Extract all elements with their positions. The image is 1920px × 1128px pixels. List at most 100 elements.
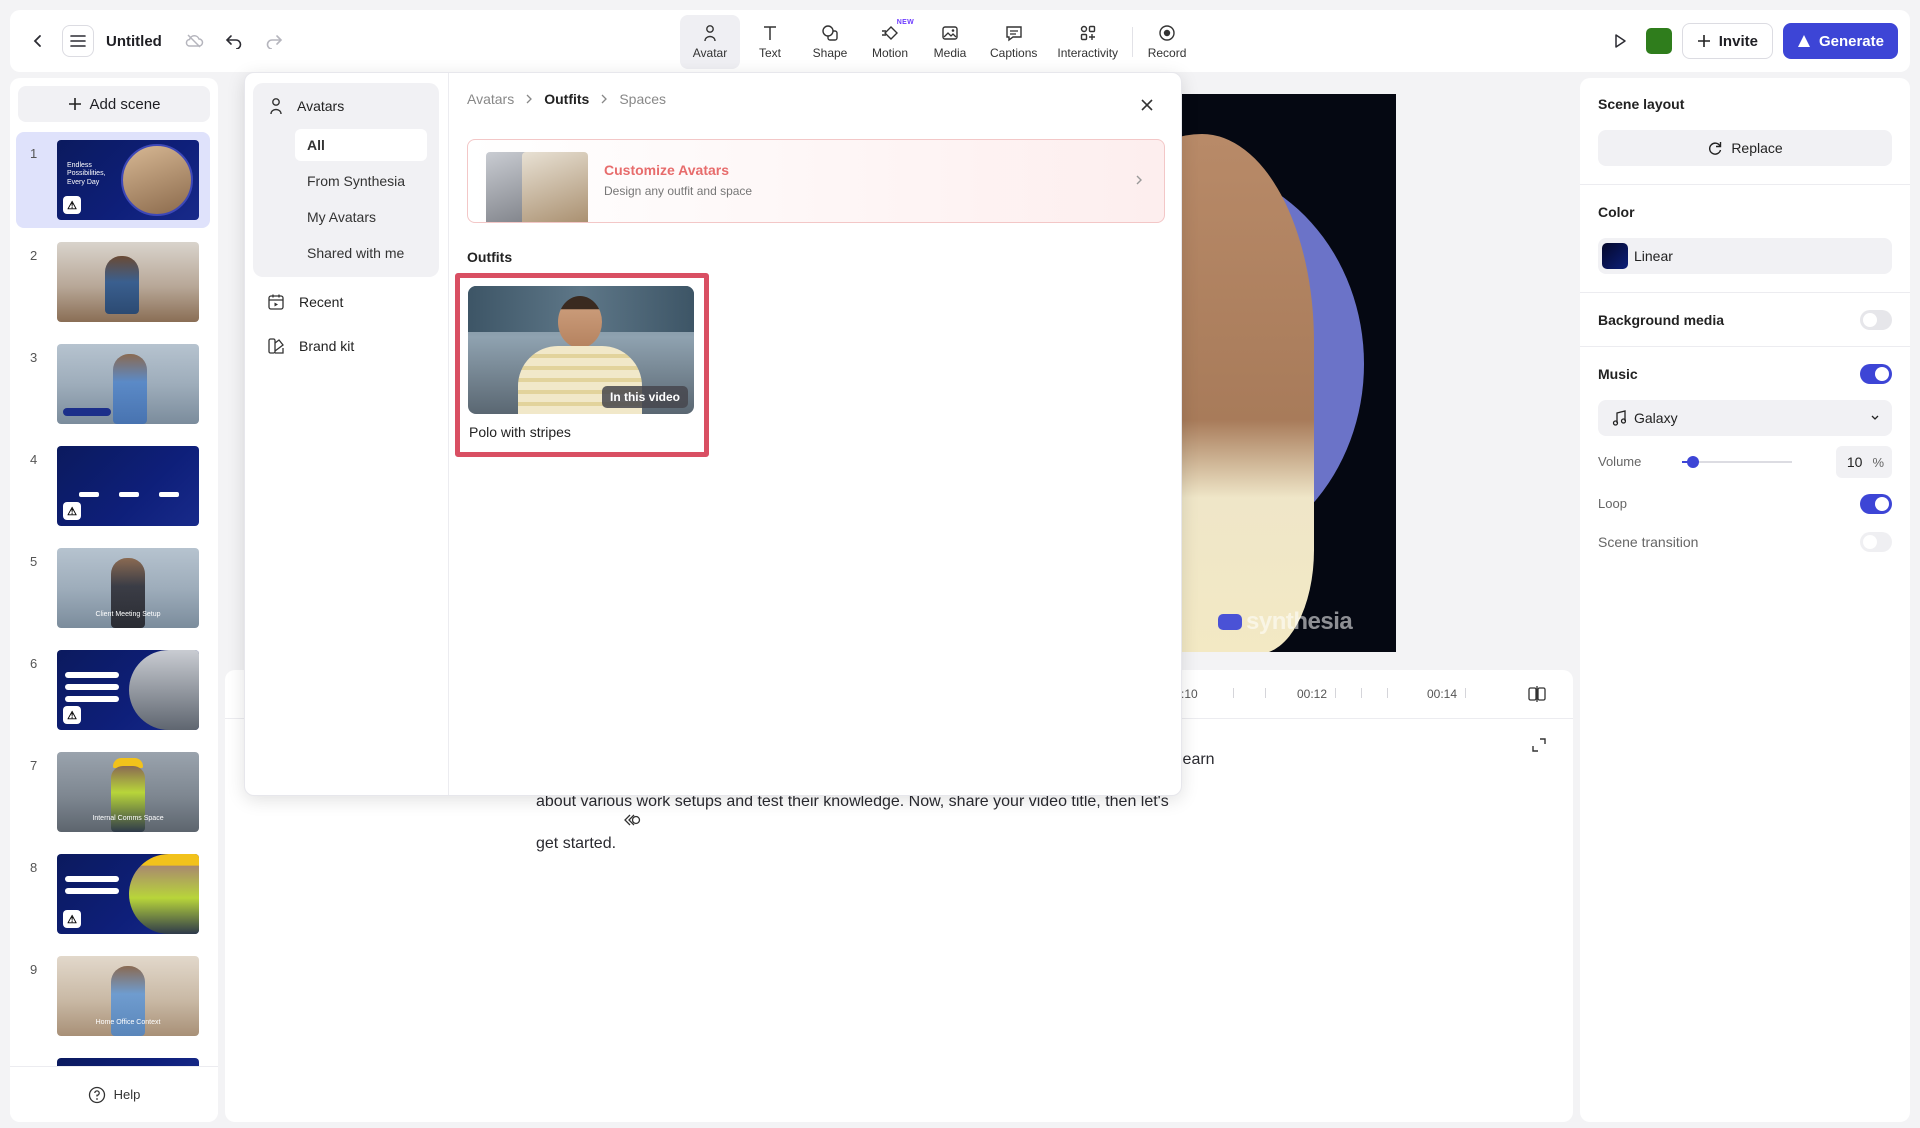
presenter-figure [105, 256, 139, 314]
tool-motion[interactable]: NEW Motion [860, 15, 920, 69]
invite-button[interactable]: Invite [1681, 23, 1773, 59]
nav-brand-kit[interactable]: Brand kit [267, 337, 354, 355]
tool-interactivity[interactable]: Interactivity [1047, 15, 1128, 69]
avatar-icon [270, 98, 282, 115]
replace-icon [1709, 142, 1722, 155]
volume-slider-thumb[interactable] [1687, 456, 1699, 468]
timeline-layout-button[interactable] [1521, 678, 1553, 710]
back-button[interactable] [22, 25, 54, 57]
customize-avatars-banner[interactable]: Customize Avatars Design any outfit and … [467, 139, 1165, 223]
nav-avatars[interactable]: Avatars [267, 97, 344, 115]
loop-toggle[interactable] [1860, 494, 1892, 514]
toolbar-right-group: Invite Generate [1604, 22, 1898, 60]
tool-media-label: Media [933, 46, 967, 60]
tool-text-label: Text [758, 46, 781, 60]
help-button[interactable]: Help [10, 1066, 218, 1122]
nav-sub-shared-with-me[interactable]: Shared with me [295, 237, 427, 269]
toolbar-divider [1132, 27, 1134, 57]
color-value: Linear [1634, 248, 1673, 264]
breadcrumb-spaces[interactable]: Spaces [619, 91, 666, 107]
tool-avatar-label: Avatar [692, 46, 728, 60]
close-panel-button[interactable] [1131, 89, 1163, 121]
pause-marker-icon[interactable] [623, 813, 641, 832]
chevron-down-icon [1871, 415, 1879, 420]
timeline-tick [1465, 688, 1466, 698]
scene-thumbnail: ⚠ [57, 650, 199, 730]
breadcrumb-outfits[interactable]: Outfits [544, 91, 589, 107]
chevron-left-icon [33, 35, 41, 47]
scene-item-9[interactable]: 9 Home Office Context [16, 948, 210, 1044]
properties-panel: Scene layout Replace Color Linear Backgr… [1580, 78, 1910, 1122]
timeline-tick [1265, 688, 1266, 698]
tool-shape[interactable]: Shape [800, 15, 860, 69]
replace-layout-button[interactable]: Replace [1598, 130, 1892, 166]
interactivity-icon [1080, 25, 1095, 41]
color-picker-field[interactable]: Linear [1598, 238, 1892, 274]
timeline-tick [1361, 688, 1362, 698]
background-media-toggle[interactable] [1860, 310, 1892, 330]
add-scene-button[interactable]: Add scene [18, 86, 210, 122]
undo-button[interactable] [218, 25, 250, 57]
color-swatch [1602, 243, 1628, 269]
redo-button[interactable] [258, 25, 290, 57]
script-line-1[interactable]: learn [1179, 751, 1215, 769]
thumb-option-shape [65, 876, 119, 882]
volume-input[interactable]: 10 % [1836, 446, 1892, 478]
presenter-figure [113, 354, 147, 424]
scene-list: Add scene 1 Endless Possibilities, Every… [10, 78, 218, 1122]
video-preview-canvas[interactable]: synthesia [1164, 94, 1396, 652]
outfit-card-polo-with-stripes[interactable]: In this video Polo with stripes [455, 273, 709, 457]
music-toggle[interactable] [1860, 364, 1892, 384]
volume-slider[interactable] [1682, 456, 1792, 468]
tool-media[interactable]: Media [920, 15, 980, 69]
tool-avatar[interactable]: Avatar [680, 15, 740, 69]
music-track-select[interactable]: Galaxy [1598, 400, 1892, 436]
tool-text[interactable]: Text [740, 15, 800, 69]
scene-item-6[interactable]: 6 ⚠ [16, 642, 210, 738]
thumb-option-shape [65, 888, 119, 894]
scene-number: 7 [30, 758, 38, 773]
scene-item-4[interactable]: 4 ⚠ [16, 438, 210, 534]
add-scene-label: Add scene [89, 95, 161, 113]
breadcrumb-avatars[interactable]: Avatars [467, 91, 514, 107]
nav-brand-kit-label: Brand kit [299, 338, 355, 354]
watermark: synthesia [1218, 608, 1353, 636]
tool-record[interactable]: Record [1137, 15, 1197, 69]
nav-recent[interactable]: Recent [267, 293, 343, 311]
scene-layout-label: Scene layout [1598, 96, 1685, 112]
scene-item-2[interactable]: 2 [16, 234, 210, 330]
scene-item-8[interactable]: 8 ⚠ [16, 846, 210, 942]
expand-icon [1532, 738, 1546, 752]
presenter-figure [129, 650, 199, 730]
expand-script-button[interactable] [1523, 729, 1555, 761]
invite-label: Invite [1718, 32, 1758, 50]
menu-button[interactable] [62, 25, 94, 57]
toggle-knob [1875, 497, 1889, 511]
nav-sub-my-avatars[interactable]: My Avatars [295, 201, 427, 233]
avatars-nav-group: Avatars All From Synthesia My Avatars Sh… [253, 83, 439, 277]
undo-icon [225, 35, 242, 49]
scene-item-7[interactable]: 7 Internal Comms Space [16, 744, 210, 840]
nav-sub-from-synthesia[interactable]: From Synthesia [295, 165, 427, 197]
music-note-icon [1612, 410, 1626, 426]
synthesia-logo-icon [1797, 35, 1810, 47]
generate-button[interactable]: Generate [1782, 23, 1898, 59]
scene-number: 3 [30, 350, 38, 365]
tool-captions[interactable]: Captions [980, 15, 1047, 69]
cloud-icon [185, 34, 204, 48]
script-line-3[interactable]: get started. [536, 835, 616, 853]
avatar-head [558, 296, 602, 348]
scene-item-3[interactable]: 3 [16, 336, 210, 432]
cloud-sync-button[interactable] [178, 25, 210, 57]
scene-transition-toggle[interactable] [1860, 532, 1892, 552]
brand-color-swatch[interactable] [1645, 28, 1672, 54]
play-preview-button[interactable] [1604, 25, 1636, 57]
project-title[interactable]: Untitled [106, 33, 162, 50]
captions-icon [1005, 26, 1022, 42]
warning-icon: ⚠ [63, 910, 81, 928]
scene-item-5[interactable]: 5 Client Meeting Setup [16, 540, 210, 636]
scene-thumbnail [57, 242, 199, 322]
help-label: Help [113, 1087, 141, 1102]
scene-item-1[interactable]: 1 Endless Possibilities, Every Day ⚠ [16, 132, 210, 228]
nav-sub-all[interactable]: All [295, 129, 427, 161]
